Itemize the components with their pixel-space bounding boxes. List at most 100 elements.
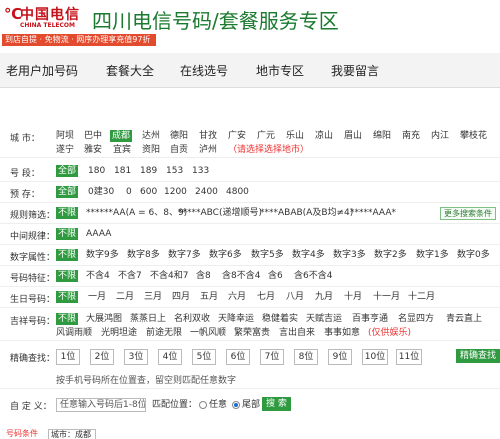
digit-attr-option[interactable]: 数字5多 [251,249,284,261]
match-any-label[interactable]: 任意 [209,399,227,411]
segment-option[interactable]: 133 [192,165,209,177]
birthday-option[interactable]: 六月 [228,291,246,303]
nav-item-plans[interactable]: 套餐大全 [106,62,154,79]
city-option[interactable]: 宜宾 [113,144,131,156]
city-option[interactable]: 内江 [431,130,449,142]
nav-item-select-number[interactable]: 在线选号 [180,62,228,79]
rule-option[interactable]: *****ABC(递增顺号) [178,207,262,219]
birthday-unlimited-option[interactable]: 不限 [56,291,79,303]
birthday-option[interactable]: 十二月 [408,291,435,303]
deposit-option[interactable]: 600 [140,186,157,198]
digit-attr-option[interactable]: 数字3多 [333,249,366,261]
birthday-option[interactable]: 十月 [344,291,362,303]
birthday-option[interactable]: 三月 [144,291,162,303]
precise-search-button[interactable]: 精确查找 [456,349,500,363]
number-feature-option[interactable]: 不含4和7 [150,270,188,282]
lucky-option[interactable]: 事事如意 [324,327,360,339]
number-feature-option[interactable]: 不含7 [118,270,142,282]
nav-item-city-zone[interactable]: 地市专区 [256,62,304,79]
lucky-option[interactable]: 风调雨顺 [56,327,92,339]
lucky-option[interactable]: 繁荣富贵 [234,327,270,339]
precise-digit-input[interactable]: 11位 [396,349,422,365]
precise-digit-input[interactable]: 2位 [90,349,114,365]
city-option-selected[interactable]: 成都 [110,130,133,142]
middle-unlimited-option[interactable]: 不限 [56,228,79,240]
digit-attr-option[interactable]: 数字7多 [168,249,201,261]
deposit-option[interactable]: 2400 [195,186,218,198]
custom-search-button[interactable]: 搜 索 [262,397,291,411]
lucky-option[interactable]: 蒸蒸日上 [130,313,166,325]
lucky-option[interactable]: 百事亨通 [352,313,388,325]
city-option[interactable]: 雅安 [84,144,102,156]
city-option[interactable]: 德阳 [170,130,188,142]
city-option[interactable]: 巴中 [84,130,102,142]
lucky-unlimited-option[interactable]: 不限 [56,313,79,325]
precise-digit-input[interactable]: 1位 [56,349,80,365]
precise-digit-input[interactable]: 6位 [226,349,250,365]
nav-item-add-number[interactable]: 老用户加号码 [6,62,78,79]
number-feature-option[interactable]: 含8不含4 [222,270,260,282]
city-option[interactable]: 达州 [142,130,160,142]
city-option[interactable]: 广元 [257,130,275,142]
match-tail-radio[interactable] [232,401,240,409]
deposit-option[interactable]: 4800 [226,186,249,198]
city-option[interactable]: 眉山 [344,130,362,142]
birthday-option[interactable]: 五月 [200,291,218,303]
rule-option[interactable]: *****AAA* [350,207,396,219]
digit-attr-option[interactable]: 数字2多 [374,249,407,261]
more-search-conditions-button[interactable]: 更多搜索条件 [440,207,496,220]
precise-digit-input[interactable]: 10位 [362,349,388,365]
number-feature-option[interactable]: 含8 [196,270,211,282]
number-feature-option[interactable]: 不含4 [86,270,110,282]
lucky-option[interactable]: 名显四方 [398,313,434,325]
city-option[interactable]: 南充 [402,130,420,142]
number-feature-option[interactable]: 含6 [268,270,283,282]
lucky-option[interactable]: 天降幸运 [218,313,254,325]
segment-option[interactable]: 189 [140,165,157,177]
number-feature-unlimited-option[interactable]: 不限 [56,270,79,282]
digit-attr-option[interactable]: 数字0多 [457,249,490,261]
rule-unlimited-option[interactable]: 不限 [56,207,79,219]
precise-digit-input[interactable]: 5位 [192,349,216,365]
city-option[interactable]: 乐山 [286,130,304,142]
segment-option[interactable]: 153 [166,165,183,177]
birthday-option[interactable]: 八月 [286,291,304,303]
city-option[interactable]: 阿坝 [56,130,74,142]
city-option[interactable]: 凉山 [315,130,333,142]
birthday-option[interactable]: 七月 [257,291,275,303]
digit-attr-option[interactable]: 数字9多 [86,249,119,261]
lucky-option[interactable]: 一帆风顺 [190,327,226,339]
custom-number-input[interactable]: 任意输入号码后1-8位 [56,398,146,412]
city-option[interactable]: 广安 [228,130,246,142]
precise-digit-input[interactable]: 7位 [260,349,284,365]
lucky-option[interactable]: 光明坦途 [101,327,137,339]
match-tail-label[interactable]: 尾部 [242,399,260,411]
lucky-option[interactable]: 稳健着实 [262,313,298,325]
promo-banner[interactable]: 到店自提 · 免物流 · 网序办理享充值97折 [2,34,156,46]
city-option[interactable]: 绵阳 [373,130,391,142]
precise-digit-input[interactable]: 3位 [124,349,148,365]
digit-attr-unlimited-option[interactable]: 不限 [56,249,79,261]
deposit-all-option[interactable]: 全部 [56,186,79,198]
precise-digit-input[interactable]: 8位 [294,349,318,365]
birthday-option[interactable]: 九月 [315,291,333,303]
segment-option[interactable]: 181 [114,165,131,177]
segment-all-option[interactable]: 全部 [56,165,79,177]
digit-attr-option[interactable]: 数字8多 [127,249,160,261]
lucky-option[interactable]: 名利双收 [174,313,210,325]
deposit-option[interactable]: 0 [126,186,132,198]
birthday-option[interactable]: 一月 [88,291,106,303]
precise-digit-input[interactable]: 4位 [158,349,182,365]
china-telecom-logo[interactable]: ℃ 中国电信 CHINA TELECOM [4,4,86,32]
city-option[interactable]: 资阳 [142,144,160,156]
birthday-option[interactable]: 十一月 [373,291,400,303]
precise-digit-input[interactable]: 9位 [328,349,352,365]
city-option[interactable]: 攀枝花 [460,130,487,142]
middle-option[interactable]: AAAA [86,228,111,240]
digit-attr-option[interactable]: 数字6多 [209,249,242,261]
lucky-option[interactable]: 天赋吉运 [306,313,342,325]
number-feature-option[interactable]: 含6不含4 [294,270,332,282]
city-option[interactable]: 遂宁 [56,144,74,156]
deposit-option[interactable]: 1200 [164,186,187,198]
digit-attr-option[interactable]: 数字1多 [416,249,449,261]
